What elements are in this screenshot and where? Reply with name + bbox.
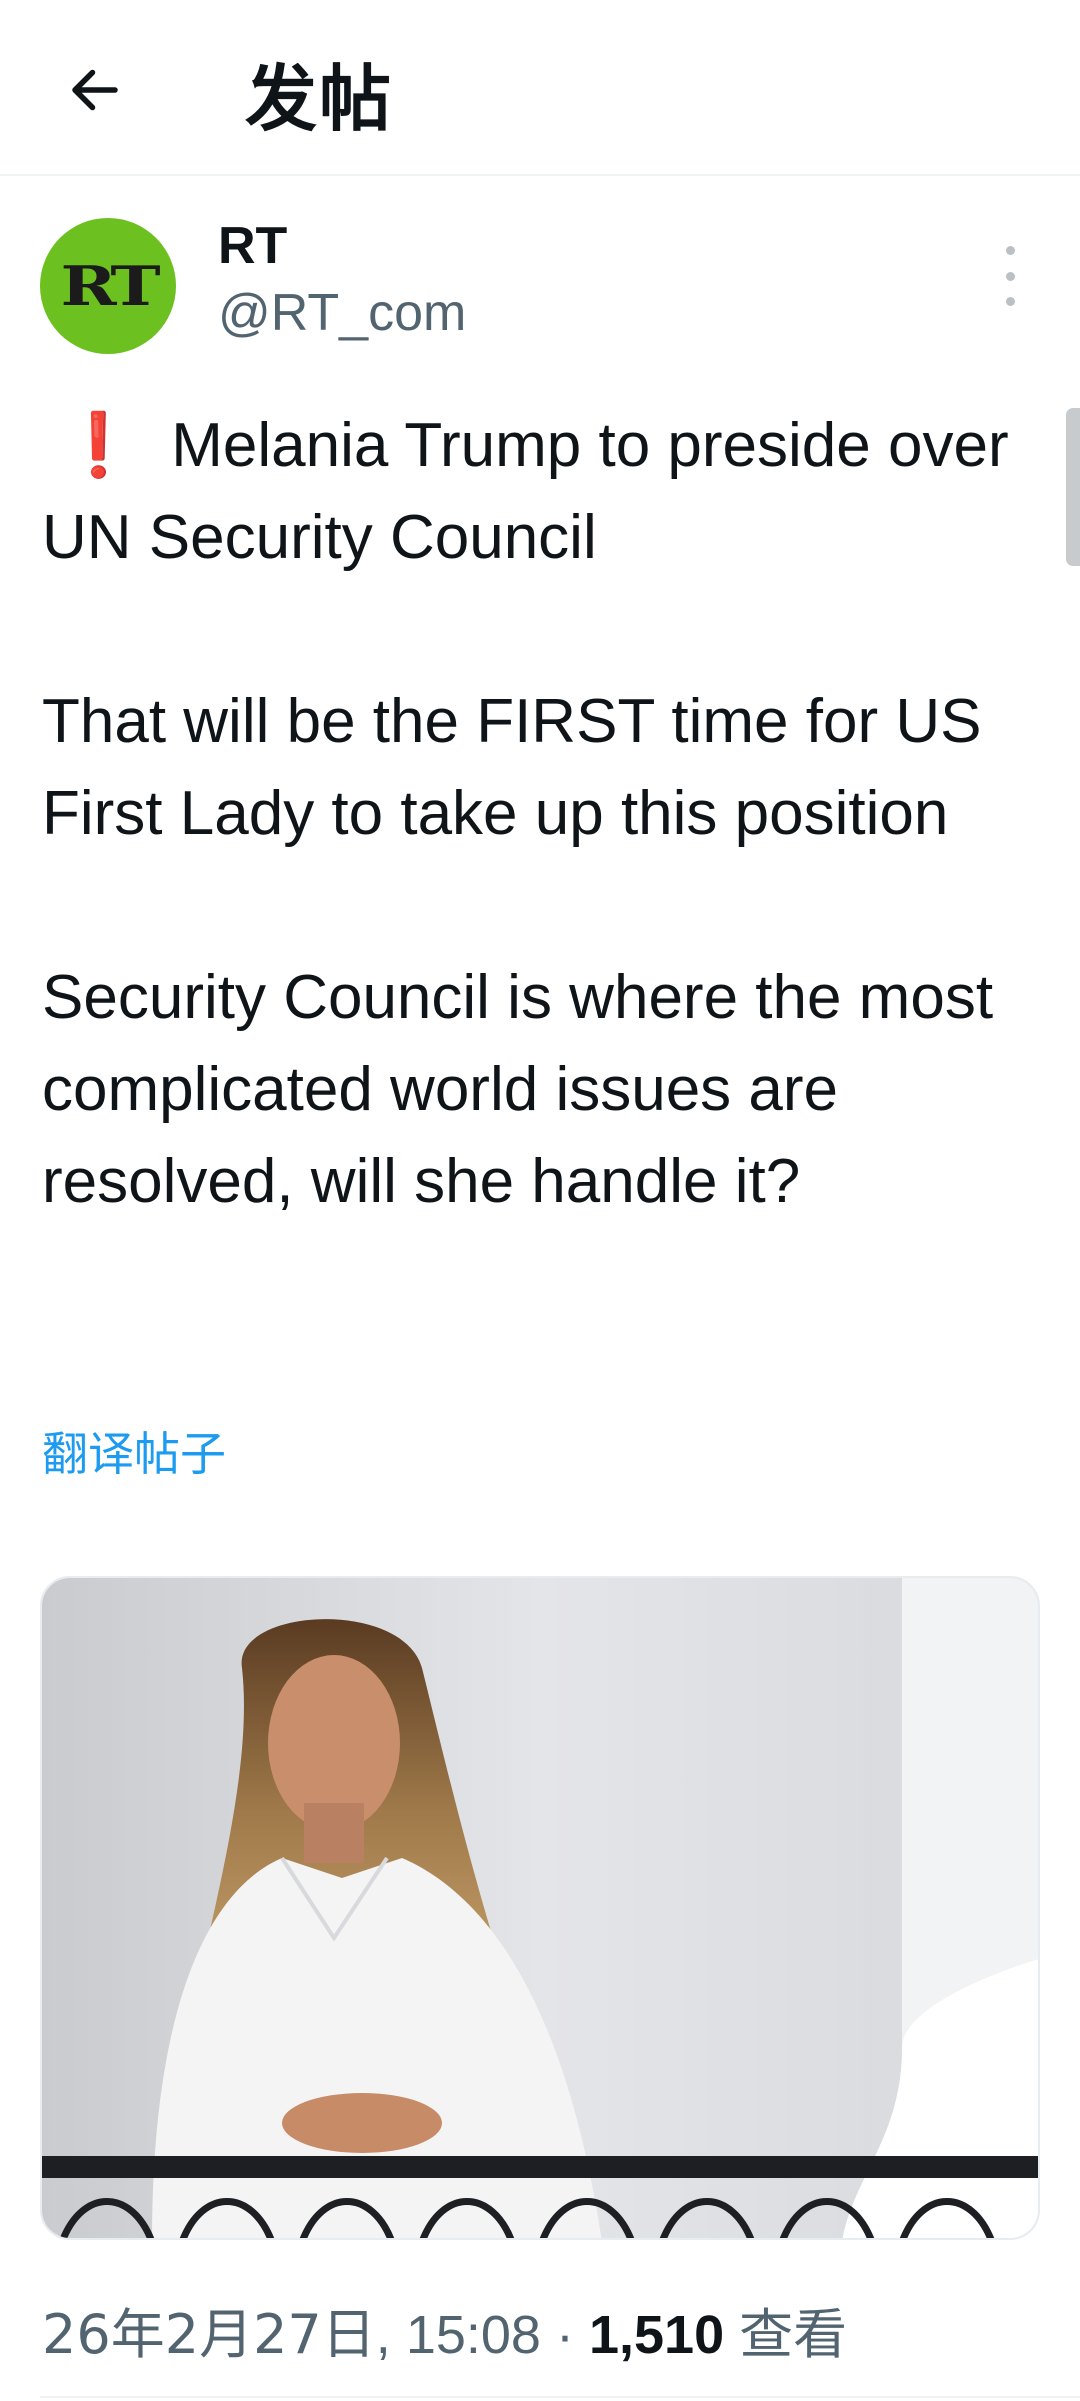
views-label: 查看 xyxy=(739,2303,848,2366)
post-date: 26年2月27日 xyxy=(42,2303,376,2366)
tweet-paragraph: Security Council is where the most compl… xyxy=(42,963,994,1216)
avatar-logo-text: RT xyxy=(60,254,160,318)
more-dot-icon xyxy=(1005,246,1015,255)
author-display-name[interactable]: RT xyxy=(218,216,287,276)
translate-post-link[interactable]: 翻译帖子 xyxy=(42,1418,226,1484)
more-dot-icon xyxy=(1005,297,1015,306)
avatar[interactable]: RT xyxy=(40,218,176,354)
scrollbar[interactable] xyxy=(1066,408,1080,566)
post-time: 15:08 xyxy=(405,2305,541,2365)
author-handle[interactable]: @RT_com xyxy=(218,283,466,343)
tweet-photo[interactable] xyxy=(40,1576,1040,2240)
date-time-comma: , xyxy=(375,2305,406,2365)
top-bar: 发帖 xyxy=(0,0,1080,176)
back-button[interactable] xyxy=(50,45,140,135)
views-count: 1,510 xyxy=(588,2305,725,2365)
photo-illustration xyxy=(42,1578,1038,2238)
page-title: 发帖 xyxy=(245,57,394,141)
tweet-paragraph: ❗ Melania Trump to preside over UN Securi… xyxy=(42,400,1042,584)
meta-separator: · xyxy=(555,2305,574,2365)
tweet-paragraph: That will be the FIRST time for US First… xyxy=(42,687,982,848)
post-meta: 26年2月27日, 15:08 · 1,510 查看 xyxy=(42,2290,847,2369)
divider xyxy=(40,2396,1080,2398)
more-dot-icon xyxy=(1005,271,1015,281)
arrow-left-icon xyxy=(72,69,118,111)
exclamation-icon: ❗ xyxy=(56,411,142,480)
tweet-text: ❗ Melania Trump to preside over UN Securi… xyxy=(42,400,1042,1228)
more-options-button[interactable] xyxy=(990,246,1030,306)
